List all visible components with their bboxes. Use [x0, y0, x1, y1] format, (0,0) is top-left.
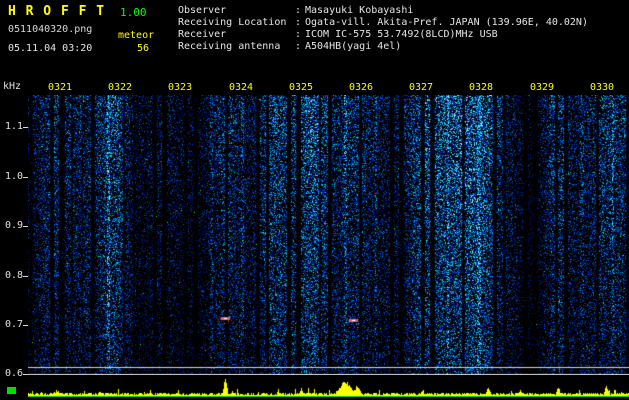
- time-tick-label: 0326: [349, 82, 374, 93]
- header-label: Receiver: [178, 29, 227, 40]
- header-separator: :: [295, 5, 302, 16]
- app-version: 1.00: [120, 6, 147, 19]
- header-label: Receiving Location: [178, 17, 287, 28]
- freq-tick-label: 1.1: [5, 121, 24, 132]
- echo-count: 56: [137, 43, 150, 54]
- time-tick-label: 0322: [108, 82, 133, 93]
- header-label: Observer: [178, 5, 227, 16]
- mode-label: meteor: [118, 30, 155, 41]
- time-tick-label: 0328: [469, 82, 494, 93]
- time-tick-label: 0325: [289, 82, 314, 93]
- app-title: H R O F F T: [8, 4, 106, 19]
- datetime-label: 05.11.04 03:20: [8, 43, 93, 54]
- time-tick-label: 0330: [590, 82, 615, 93]
- header-value: A504HB(yagi 4el): [305, 41, 402, 52]
- freq-tick-label: 1.0: [5, 171, 24, 182]
- file-name: 0511040320.png: [8, 24, 93, 35]
- time-tick-label: 0324: [229, 82, 254, 93]
- header-row-location: Receiving Location: Ogata-vill. Akita-Pre…: [178, 17, 588, 29]
- time-tick-label: 0327: [409, 82, 434, 93]
- freq-tick-label: 0.6: [5, 368, 24, 379]
- freq-tick-label: 0.8: [5, 270, 24, 281]
- time-tick-label: 0321: [48, 82, 73, 93]
- level-marker: [7, 387, 16, 394]
- time-tick-label: 0323: [168, 82, 193, 93]
- header-row-observer: Observer: Masayuki Kobayashi: [178, 5, 588, 17]
- hrofft-output-image: H R O F F T 1.00 0511040320.png meteor 0…: [0, 0, 629, 400]
- freq-tick-label: 0.9: [5, 220, 24, 231]
- time-tick-label: 0329: [530, 82, 555, 93]
- header-row-antenna: Receiving antenna: A504HB(yagi 4el): [178, 41, 588, 53]
- observation-header: Observer: Masayuki Kobayashi Receiving Lo…: [178, 5, 588, 53]
- header-separator: :: [295, 17, 302, 28]
- header-label: Receiving antenna: [178, 41, 281, 52]
- spectrogram-canvas: [28, 95, 629, 375]
- header-separator: :: [295, 41, 302, 52]
- freq-tick-label: 0.7: [5, 319, 24, 330]
- header-value: Ogata-vill. Akita-Pref. JAPAN (139.96E, …: [305, 17, 588, 28]
- amplitude-canvas: [28, 376, 629, 397]
- header-separator: :: [295, 29, 302, 40]
- header-value: Masayuki Kobayashi: [305, 5, 414, 16]
- header-value: ICOM IC-575 53.7492(8LCD)MHz USB: [305, 29, 498, 40]
- header-row-receiver: Receiver: ICOM IC-575 53.7492(8LCD)MHz US…: [178, 29, 588, 41]
- freq-axis-unit: kHz: [3, 81, 22, 92]
